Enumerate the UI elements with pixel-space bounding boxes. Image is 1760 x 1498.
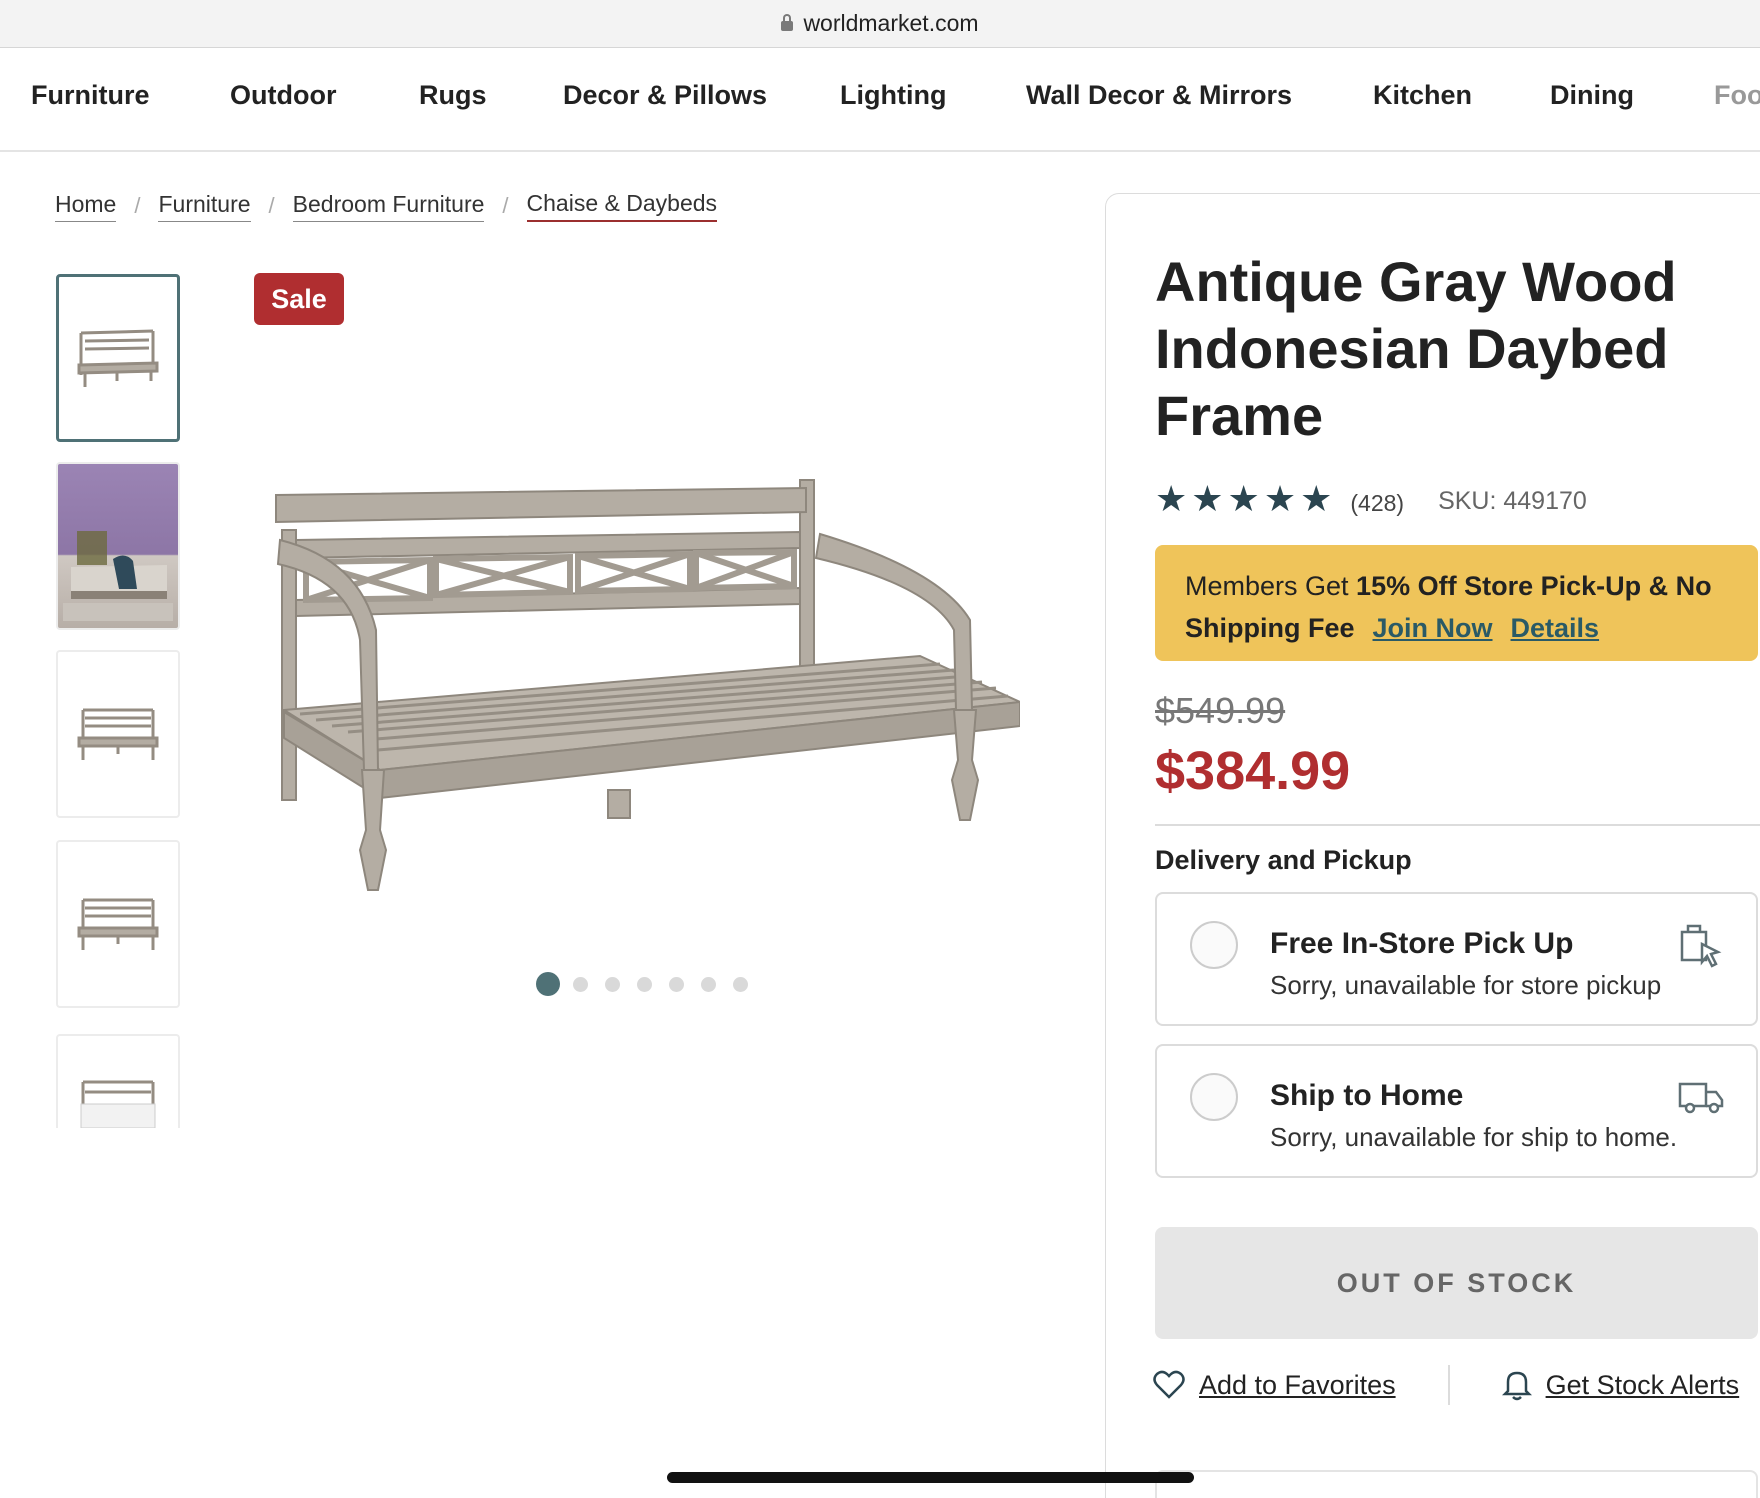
membership-promo-banner: Members Get 15% Off Store Pick-Up & No S…	[1155, 545, 1758, 661]
thumbnail-2[interactable]	[56, 462, 180, 630]
truck-icon	[1678, 1082, 1724, 1114]
store-pickup-icon	[1680, 924, 1722, 968]
carousel-dot[interactable]	[605, 976, 620, 992]
join-now-link[interactable]: Join Now	[1373, 613, 1493, 643]
main-product-image[interactable]	[260, 470, 1020, 910]
sale-price: $384.99	[1155, 741, 1351, 801]
carousel-dot[interactable]	[733, 976, 748, 992]
details-link[interactable]: Details	[1511, 613, 1600, 643]
breadcrumb-chaise-daybeds[interactable]: Chaise & Daybeds	[526, 190, 718, 222]
nav-item-dining[interactable]: Dining	[1550, 80, 1634, 111]
thumbnail-5[interactable]	[56, 1034, 180, 1128]
lifestyle-thumbnail-image	[63, 531, 173, 621]
heart-icon[interactable]	[1153, 1370, 1185, 1400]
rating-row: ★★★★★ (428) SKU: 449170	[1155, 478, 1587, 520]
breadcrumb: Home / Furniture / Bedroom Furniture / C…	[55, 190, 718, 222]
promo-text: Members Get	[1185, 571, 1357, 601]
daybed-front-thumbnail-image	[77, 708, 159, 760]
product-actions: Add to Favorites Get Stock Alerts	[1153, 1365, 1739, 1405]
nav-item-food[interactable]: Foo	[1714, 80, 1760, 111]
out-of-stock-button[interactable]: OUT OF STOCK	[1155, 1227, 1758, 1339]
daybed-mattress-thumbnail-image	[80, 1080, 156, 1128]
url-bar[interactable]: worldmarket.com	[0, 0, 1760, 48]
nav-item-furniture[interactable]: Furniture	[31, 80, 150, 111]
ship-to-home-option[interactable]: Ship to Home Sorry, unavailable for ship…	[1155, 1044, 1758, 1178]
carousel-dot[interactable]	[701, 976, 716, 992]
divider	[1155, 824, 1760, 826]
nav-item-decor-pillows[interactable]: Decor & Pillows	[563, 80, 767, 111]
home-indicator[interactable]	[667, 1472, 1194, 1483]
nav-item-kitchen[interactable]: Kitchen	[1373, 80, 1472, 111]
store-pickup-title: Free In-Store Pick Up	[1270, 927, 1574, 960]
thumbnail-1[interactable]	[56, 274, 180, 442]
actions-divider	[1447, 1365, 1450, 1405]
store-pickup-subtitle: Sorry, unavailable for store pickup	[1270, 970, 1662, 1000]
thumbnail-3[interactable]	[56, 650, 180, 818]
nav-item-outdoor[interactable]: Outdoor	[230, 80, 336, 111]
breadcrumb-furniture[interactable]: Furniture	[158, 191, 251, 222]
breadcrumb-home[interactable]: Home	[55, 191, 117, 222]
category-nav: Furniture Outdoor Rugs Decor & Pillows L…	[0, 48, 1760, 152]
carousel-dot[interactable]	[669, 976, 684, 992]
sale-badge: Sale	[254, 273, 344, 325]
breadcrumb-separator: /	[134, 193, 141, 218]
nav-item-lighting[interactable]: Lighting	[840, 80, 946, 111]
carousel-dot[interactable]	[573, 976, 588, 992]
breadcrumb-separator: /	[268, 193, 275, 218]
thumbnail-4[interactable]	[56, 840, 180, 1008]
ship-to-home-subtitle: Sorry, unavailable for ship to home.	[1270, 1122, 1678, 1152]
nav-item-rugs[interactable]: Rugs	[419, 80, 487, 111]
add-to-favorites-link[interactable]: Add to Favorites	[1199, 1370, 1396, 1401]
ship-to-home-radio[interactable]	[1190, 1073, 1238, 1121]
store-pickup-radio[interactable]	[1190, 921, 1238, 969]
review-count[interactable]: (428)	[1350, 490, 1404, 517]
delivery-heading: Delivery and Pickup	[1155, 845, 1412, 875]
breadcrumb-separator: /	[502, 193, 509, 218]
rating-stars[interactable]: ★★★★★	[1155, 478, 1336, 520]
sku-label: SKU: 449170	[1438, 486, 1587, 515]
get-stock-alerts-link[interactable]: Get Stock Alerts	[1546, 1370, 1740, 1401]
nav-item-wall-decor[interactable]: Wall Decor & Mirrors	[1026, 80, 1292, 111]
carousel-dot[interactable]	[536, 972, 560, 996]
original-price: $549.99	[1155, 690, 1286, 731]
daybed-thumbnail-image	[77, 329, 159, 387]
ship-to-home-title: Ship to Home	[1270, 1079, 1464, 1112]
daybed-side-thumbnail-image	[77, 898, 159, 950]
lock-icon	[781, 14, 794, 31]
bell-icon[interactable]	[1501, 1369, 1532, 1401]
url-text: worldmarket.com	[803, 10, 979, 36]
product-title: Antique Gray Wood Indonesian Daybed Fram…	[1155, 250, 1677, 447]
breadcrumb-bedroom-furniture[interactable]: Bedroom Furniture	[292, 191, 485, 222]
carousel-dot[interactable]	[637, 976, 652, 992]
store-pickup-option[interactable]: Free In-Store Pick Up Sorry, unavailable…	[1155, 892, 1758, 1026]
carousel-dots	[536, 972, 765, 996]
next-section-card	[1155, 1470, 1758, 1498]
